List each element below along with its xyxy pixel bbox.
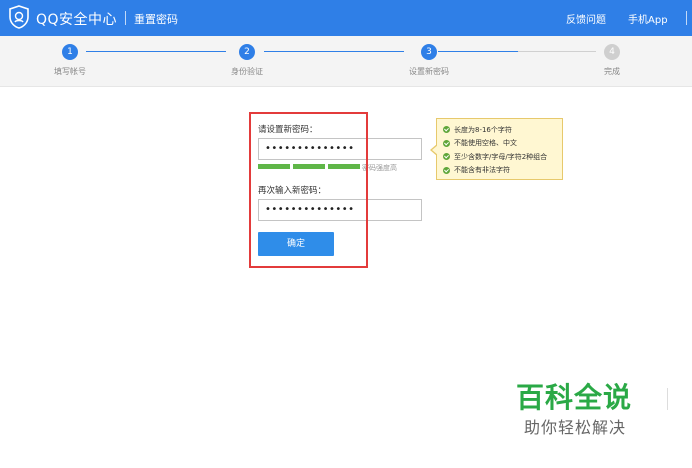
check-icon [443,139,450,147]
rule-text: 不能使用空格、中文 [454,139,517,148]
check-icon [443,126,450,134]
shield-logo-icon [9,5,29,29]
rule-text: 不能含有非法字符 [454,166,510,175]
step-progress: 1 2 3 4 填写帐号 身份验证 设置新密码 完成 [0,36,692,87]
step-connector [264,51,404,52]
rule-item: 长度为8-16个字符 [443,123,556,137]
step-4-circle: 4 [604,44,620,60]
step-1-label: 填写帐号 [54,67,86,76]
check-icon [443,166,450,174]
watermark-title: 百科全说 [516,381,633,414]
step-3-label: 设置新密码 [409,67,449,76]
password-rules-tooltip: 长度为8-16个字符 不能使用空格、中文 至少含数字/字母/字符2种组合 不能含… [436,118,563,180]
rule-text: 长度为8-16个字符 [454,125,512,134]
watermark-divider [667,388,668,410]
rule-item: 不能使用空格、中文 [443,137,556,151]
watermark-subtitle: 助你轻松解决 [524,418,627,437]
header-divider [686,11,687,25]
step-2-circle: 2 [239,44,255,60]
feedback-link[interactable]: 反馈问题 [566,11,606,26]
top-header: QQ安全中心 重置密码 反馈问题 手机App [0,0,692,36]
step-connector [438,51,518,52]
step-connector [518,51,596,52]
header-divider [125,11,126,25]
step-3-circle: 3 [421,44,437,60]
page-title: 重置密码 [134,13,178,26]
step-4-label: 完成 [604,67,620,76]
step-2-label: 身份验证 [231,67,263,76]
rule-item: 不能含有非法字符 [443,164,556,178]
rule-item: 至少含数字/字母/字符2种组合 [443,150,556,164]
rule-text: 至少含数字/字母/字符2种组合 [454,152,548,161]
check-icon [443,153,450,161]
step-1-circle: 1 [62,44,78,60]
step-connector [86,51,226,52]
brand-title[interactable]: QQ安全中心 [36,9,117,29]
highlight-box [249,112,368,268]
tooltip-arrow-fill [432,145,438,155]
mobile-app-link[interactable]: 手机App [628,11,668,26]
